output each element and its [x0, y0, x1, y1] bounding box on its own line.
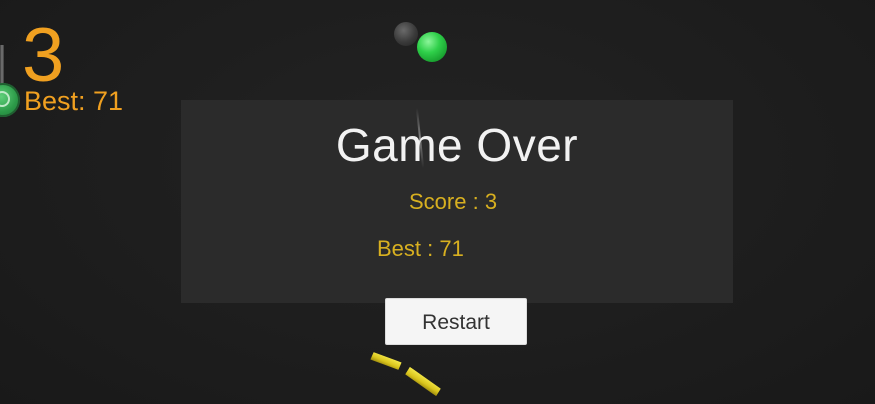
game-over-title: Game Over — [335, 119, 579, 171]
game-over-panel: Game Over Score : 3 Best : 71 — [181, 100, 733, 303]
hud-best-label: Best: — [24, 86, 94, 116]
dark-ball — [394, 22, 418, 46]
yellow-shard — [404, 367, 442, 396]
final-score-value: 3 — [484, 189, 498, 214]
final-score-label: Score : — [409, 189, 485, 214]
green-ball — [417, 32, 447, 62]
restart-button[interactable]: Restart — [385, 298, 527, 345]
hud-best: Best: 71 — [24, 88, 123, 115]
final-best: Best : 71 — [377, 238, 464, 260]
final-score: Score : 3 — [409, 191, 497, 213]
edge-ring-icon — [0, 83, 20, 117]
yellow-shard — [370, 350, 401, 371]
final-best-value: 71 — [439, 236, 464, 261]
final-best-label: Best : — [377, 236, 440, 261]
game-scene: 3 Best: 71 Game Over Score : 3 Best : 71… — [0, 0, 875, 404]
hud-score: 3 — [22, 13, 65, 98]
hud-best-value: 71 — [93, 86, 124, 116]
